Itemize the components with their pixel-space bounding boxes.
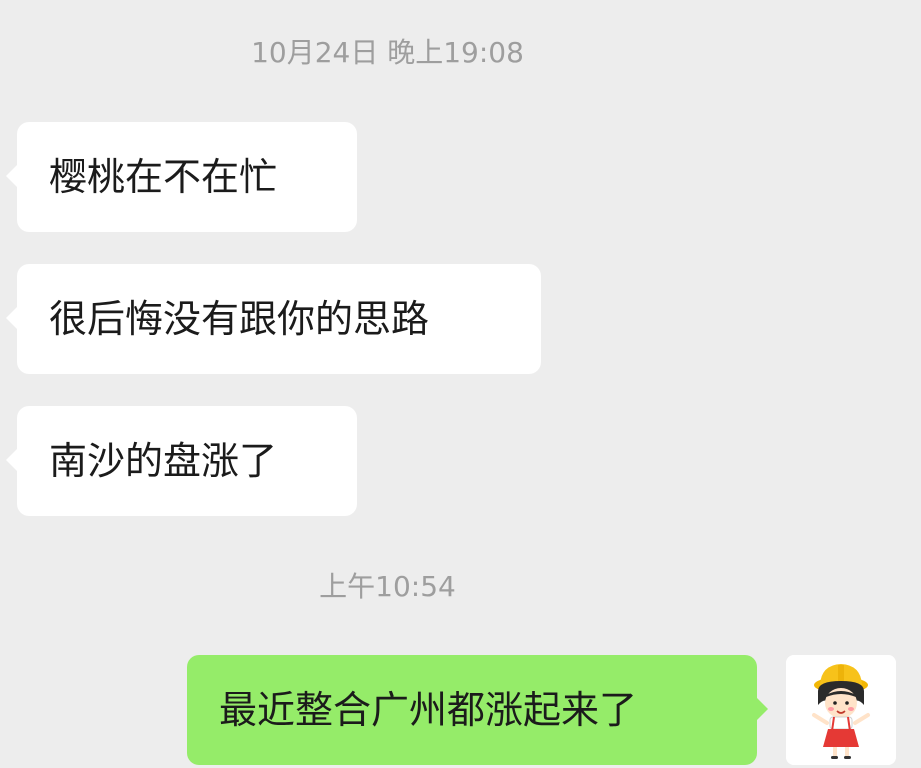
message-text: 最近整合广州都涨起来了	[219, 688, 638, 732]
message-text: 樱桃在不在忙	[49, 155, 278, 199]
timestamp: 10月24日 晚上19:08	[251, 36, 524, 69]
message-text: 南沙的盘涨了	[49, 439, 278, 483]
outgoing-message-bubble[interactable]: 最近整合广州都涨起来了	[187, 655, 768, 765]
timestamp: 上午10:54	[319, 570, 456, 603]
cartoon-girl-avatar-icon	[786, 655, 896, 765]
incoming-message-bubble[interactable]: 很后悔没有跟你的思路	[6, 264, 541, 374]
incoming-message-bubble[interactable]: 南沙的盘涨了	[6, 406, 357, 516]
message-text: 很后悔没有跟你的思路	[49, 297, 430, 341]
chat-conversation: 10月24日 晚上19:08 樱桃在不在忙 很后悔没有跟你的思路 南沙的盘涨了 …	[0, 0, 921, 768]
user-avatar[interactable]	[786, 655, 896, 765]
incoming-message-bubble[interactable]: 樱桃在不在忙	[6, 122, 357, 232]
